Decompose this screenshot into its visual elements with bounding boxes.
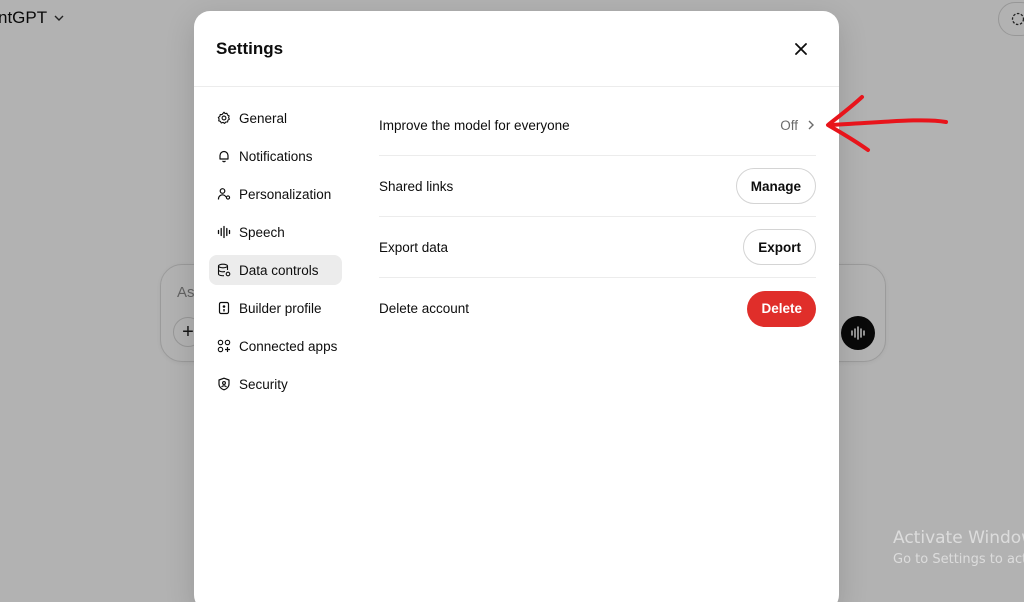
shield-icon: [217, 377, 231, 391]
settings-title: Settings: [216, 39, 284, 58]
settings-dialog: Settings General Notifications Personali…: [194, 11, 839, 602]
sidebar-item-personalization[interactable]: Personalization: [209, 179, 342, 209]
export-button[interactable]: Export: [743, 229, 816, 265]
person-icon: [217, 187, 231, 201]
sidebar-item-label: Speech: [239, 224, 285, 240]
sidebar-item-general[interactable]: General: [209, 103, 342, 133]
id-card-icon: [217, 301, 231, 315]
annotation-arrow-icon: [826, 95, 948, 152]
sidebar-item-label: Personalization: [239, 186, 332, 202]
improve-model-value: Off: [780, 117, 798, 133]
sidebar-item-builder-profile[interactable]: Builder profile: [209, 293, 342, 323]
sidebar-item-label: Notifications: [239, 148, 313, 164]
sidebar-item-label: Security: [239, 376, 288, 392]
sidebar-item-label: General: [239, 110, 288, 126]
sidebar-item-security[interactable]: Security: [209, 369, 342, 399]
watermark-line-1: Activate Window: [893, 528, 1024, 548]
manage-button[interactable]: Manage: [735, 168, 816, 204]
database-icon: [217, 263, 231, 277]
sidebar-item-label: Builder profile: [239, 300, 322, 316]
gear-icon: [217, 111, 231, 125]
improve-model-label: Improve the model for everyone: [379, 117, 570, 133]
close-icon: [795, 43, 807, 55]
data-controls-panel: Improve the model for everyone Off Share…: [379, 95, 816, 339]
waveform-icon: [217, 225, 231, 239]
improve-model-toggle[interactable]: Off: [780, 118, 816, 133]
sidebar-item-data-controls[interactable]: Data controls: [209, 255, 342, 285]
watermark-line-2: Go to Settings to act: [893, 552, 1024, 567]
shared-links-label: Shared links: [379, 178, 454, 194]
sidebar-item-label: Connected apps: [239, 338, 338, 354]
delete-account-label: Delete account: [379, 301, 470, 316]
sidebar-item-connected-apps[interactable]: Connected apps: [209, 331, 342, 361]
export-data-label: Export data: [379, 239, 449, 255]
sidebar-item-label: Data controls: [239, 262, 319, 278]
delete-button[interactable]: Delete: [747, 290, 816, 327]
improve-model-row[interactable]: Improve the model for everyone Off: [379, 95, 816, 156]
export-data-row: Export data Export: [379, 217, 816, 278]
bell-icon: [217, 149, 231, 163]
delete-account-row: Delete account Delete: [379, 278, 816, 339]
sidebar-item-notifications[interactable]: Notifications: [209, 141, 342, 171]
settings-header: Settings: [194, 11, 839, 87]
sidebar-item-speech[interactable]: Speech: [209, 217, 342, 247]
windows-activation-watermark: Activate Window Go to Settings to act: [893, 528, 1024, 567]
chevron-right-icon: [808, 120, 814, 130]
shared-links-row: Shared links Manage: [379, 156, 816, 217]
close-button[interactable]: [793, 41, 809, 57]
settings-sidebar: General Notifications Personalization Sp…: [209, 103, 342, 407]
apps-grid-icon: [217, 339, 231, 353]
